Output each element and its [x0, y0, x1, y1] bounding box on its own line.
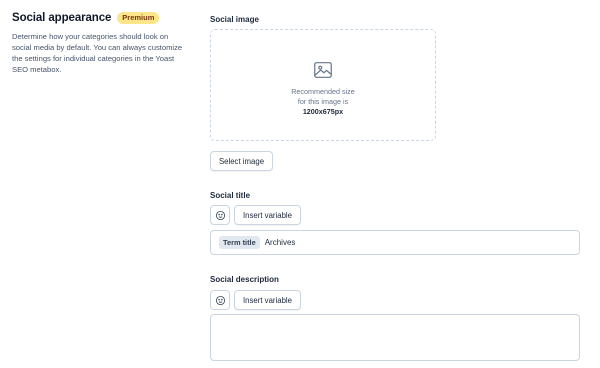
settings-section-header: Social appearance Premium Determine how …: [12, 12, 192, 75]
social-title-emoji-button[interactable]: [210, 205, 230, 225]
dropzone-hint-line2: for this image is: [297, 97, 349, 106]
social-image-label: Social image: [210, 15, 259, 24]
premium-badge: Premium: [117, 12, 160, 24]
smiley-icon: [215, 210, 225, 220]
social-title-label: Social title: [210, 191, 251, 200]
image-icon: [314, 62, 332, 78]
select-image-button[interactable]: Select image: [210, 151, 273, 171]
section-title-row: Social appearance Premium: [12, 12, 192, 24]
social-title-value: Archives: [264, 238, 296, 247]
dropzone-recommended-size: 1200x675px: [302, 107, 344, 116]
social-title-input[interactable]: Term title Archives: [210, 230, 580, 255]
section-title: Social appearance: [12, 12, 112, 24]
social-title-insert-variable-button[interactable]: Insert variable: [234, 205, 301, 225]
social-description-insert-variable-button[interactable]: Insert variable: [234, 290, 301, 310]
social-description-emoji-button[interactable]: [210, 290, 230, 310]
social-image-dropzone[interactable]: Recommended size for this image is 1200x…: [210, 29, 436, 141]
smiley-icon: [215, 295, 225, 305]
term-title-variable-chip[interactable]: Term title: [219, 236, 260, 249]
social-description-input[interactable]: [210, 314, 580, 361]
section-description: Determine how your categories should loo…: [12, 32, 183, 74]
social-description-label: Social description: [210, 275, 279, 284]
dropzone-hint-line1: Recommended size: [291, 87, 355, 96]
